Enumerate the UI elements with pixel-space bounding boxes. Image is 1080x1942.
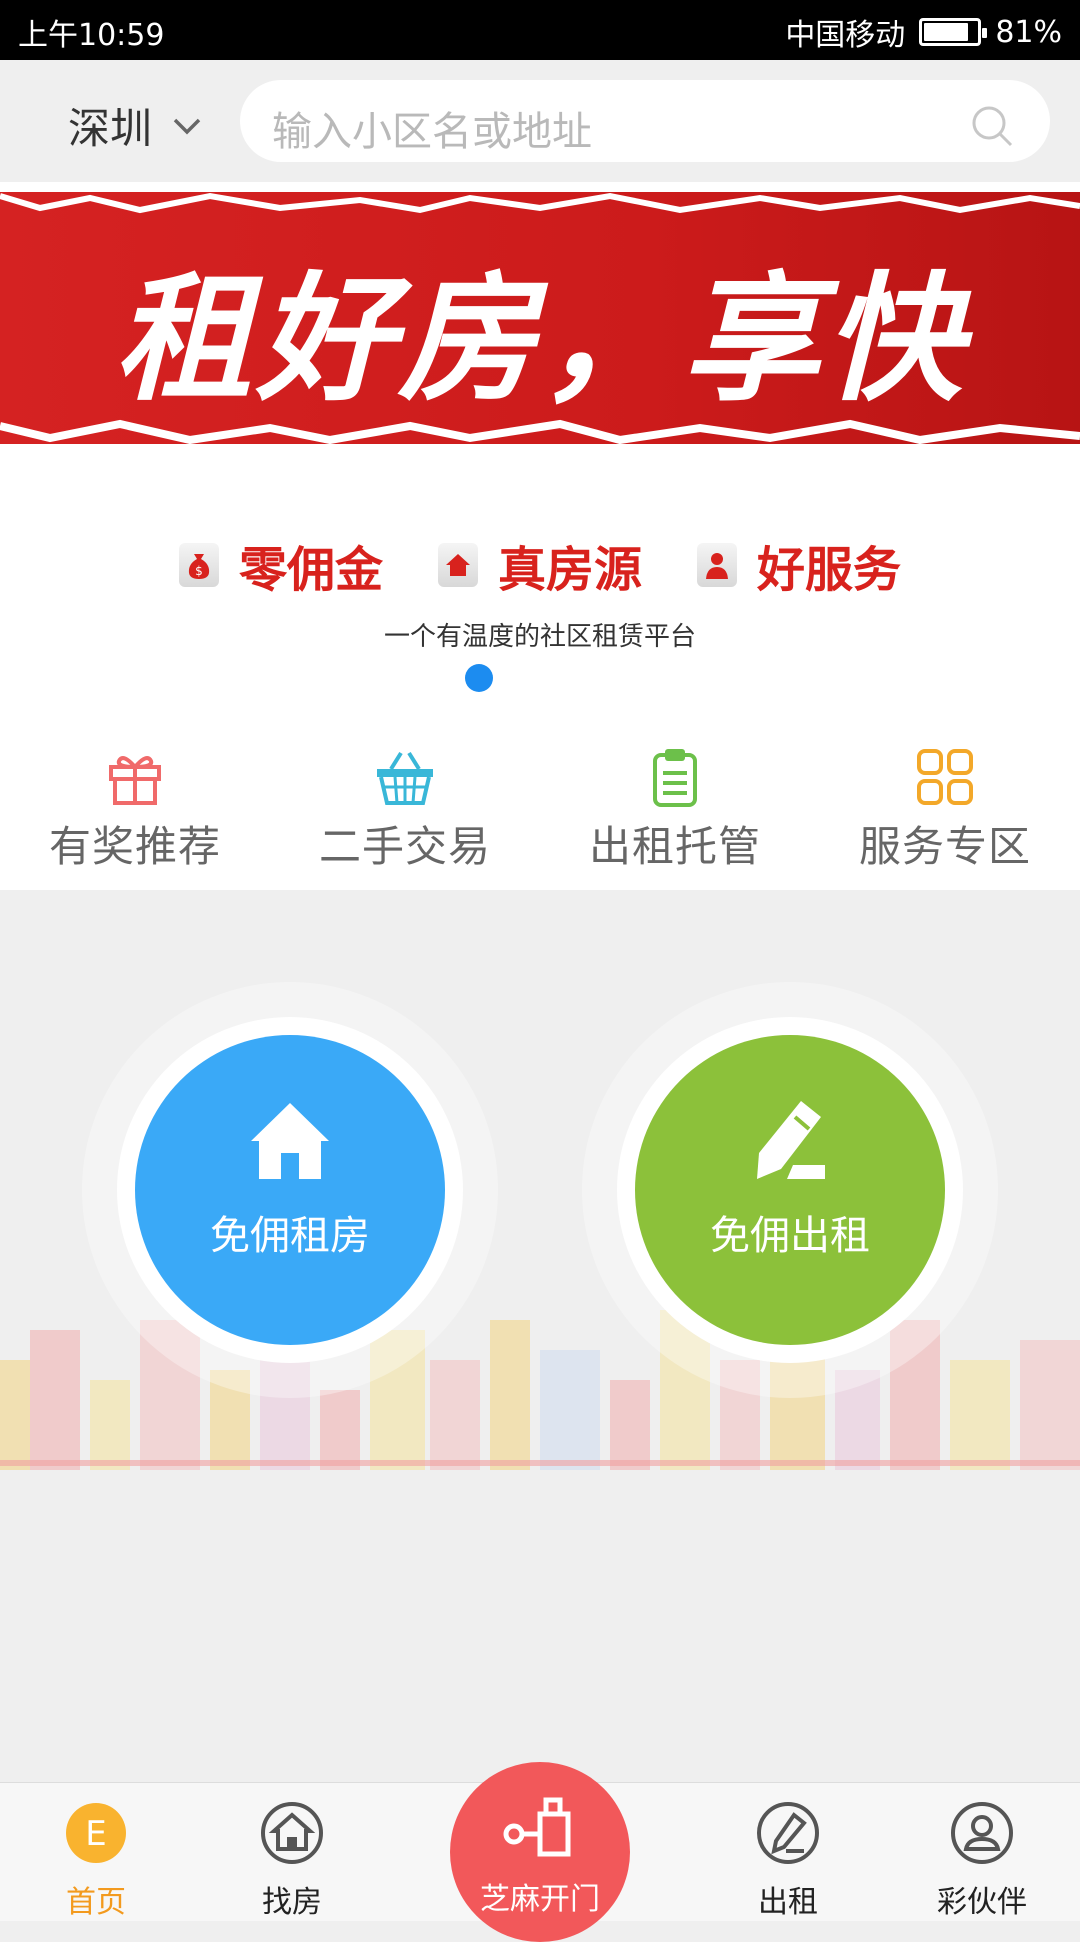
status-bar: 上午10:59 中国移动 81%	[0, 0, 1080, 60]
tab-partner[interactable]: 彩伙伴	[922, 1801, 1042, 1921]
tab-find-house[interactable]: 找房	[232, 1801, 352, 1921]
rent-free-button[interactable]: 免佣租房	[135, 1035, 445, 1345]
quick-item-rental-custody[interactable]: 出租托管	[540, 745, 810, 890]
lease-free-button[interactable]: 免佣出租	[635, 1035, 945, 1345]
feature-zero-commission: $ 零佣金	[178, 530, 383, 600]
status-right: 中国移动 81%	[785, 10, 1062, 54]
tab-open-door[interactable]: 芝麻开门	[450, 1762, 630, 1942]
carrier-label: 中国移动	[785, 18, 906, 53]
status-time: 上午10:59	[18, 18, 165, 53]
tab-label: 彩伙伴	[937, 1885, 1027, 1920]
search-input[interactable]: 输入小区名或地址	[272, 99, 592, 157]
user-icon	[951, 1802, 1013, 1864]
basket-icon	[377, 751, 433, 805]
chevron-down-icon	[173, 118, 201, 134]
home-icon	[251, 1103, 329, 1179]
key-icon	[503, 1797, 571, 1857]
quick-entry-bar: 有奖推荐 二手交易 出租托管 服务专区	[0, 745, 1080, 890]
svg-text:$: $	[195, 564, 203, 578]
quick-item-referral[interactable]: 有奖推荐	[0, 745, 270, 890]
search-icon[interactable]	[970, 104, 1014, 148]
feature-label: 好服务	[757, 542, 902, 598]
feature-real-listing: 真房源	[437, 530, 642, 600]
edit-icon	[757, 1101, 825, 1179]
battery-percent: 81%	[995, 14, 1062, 50]
agent-icon	[697, 543, 737, 587]
tab-label: 找房	[262, 1885, 322, 1920]
tab-home[interactable]: E 首页	[36, 1801, 156, 1921]
city-selector[interactable]: 深圳	[68, 95, 202, 156]
banner-slogan: 租好房，享快乐！	[113, 259, 966, 420]
rent-free-label: 免佣租房	[210, 1213, 370, 1259]
feature-label: 零佣金	[238, 542, 383, 598]
search-bar[interactable]: 输入小区名或地址	[240, 80, 1050, 162]
feature-label: 真房源	[497, 542, 642, 598]
quick-label: 服务专区	[858, 822, 1031, 871]
header: 深圳 输入小区名或地址	[0, 60, 1080, 180]
svg-text:E: E	[85, 1814, 106, 1854]
main-area: 免佣租房 免佣出租	[0, 890, 1080, 1782]
quick-label: 有奖推荐	[48, 822, 221, 871]
tab-label: 芝麻开门	[480, 1882, 600, 1917]
gift-icon	[109, 756, 161, 805]
quick-item-second-hand[interactable]: 二手交易	[270, 745, 540, 890]
city-label: 深圳	[68, 104, 153, 153]
tab-label: 出租	[758, 1885, 818, 1920]
home-e-icon: E	[66, 1803, 126, 1863]
battery-icon	[919, 18, 988, 46]
house-icon	[437, 543, 478, 587]
quick-item-service-zone[interactable]: 服务专区	[810, 745, 1080, 890]
pen-icon	[757, 1802, 819, 1864]
tab-label: 首页	[66, 1885, 126, 1920]
banner-red-band: 租好房，享快乐！	[0, 192, 1080, 444]
house-outline-icon	[261, 1802, 323, 1864]
feature-list: $ 零佣金 真房源 好服务	[0, 530, 1080, 600]
tab-lease[interactable]: 出租	[728, 1801, 848, 1921]
feature-good-service: 好服务	[697, 530, 901, 600]
quick-label: 出租托管	[588, 822, 761, 871]
carousel-indicator[interactable]	[465, 664, 493, 692]
tagline: 一个有温度的社区租赁平台	[383, 622, 696, 652]
lease-free-label: 免佣出租	[710, 1213, 870, 1259]
clipboard-icon	[653, 749, 697, 807]
grid-icon	[917, 749, 973, 805]
banner[interactable]: 租好房，享快乐！	[0, 182, 1080, 460]
quick-label: 二手交易	[318, 822, 491, 871]
money-bag-icon: $	[178, 543, 219, 587]
